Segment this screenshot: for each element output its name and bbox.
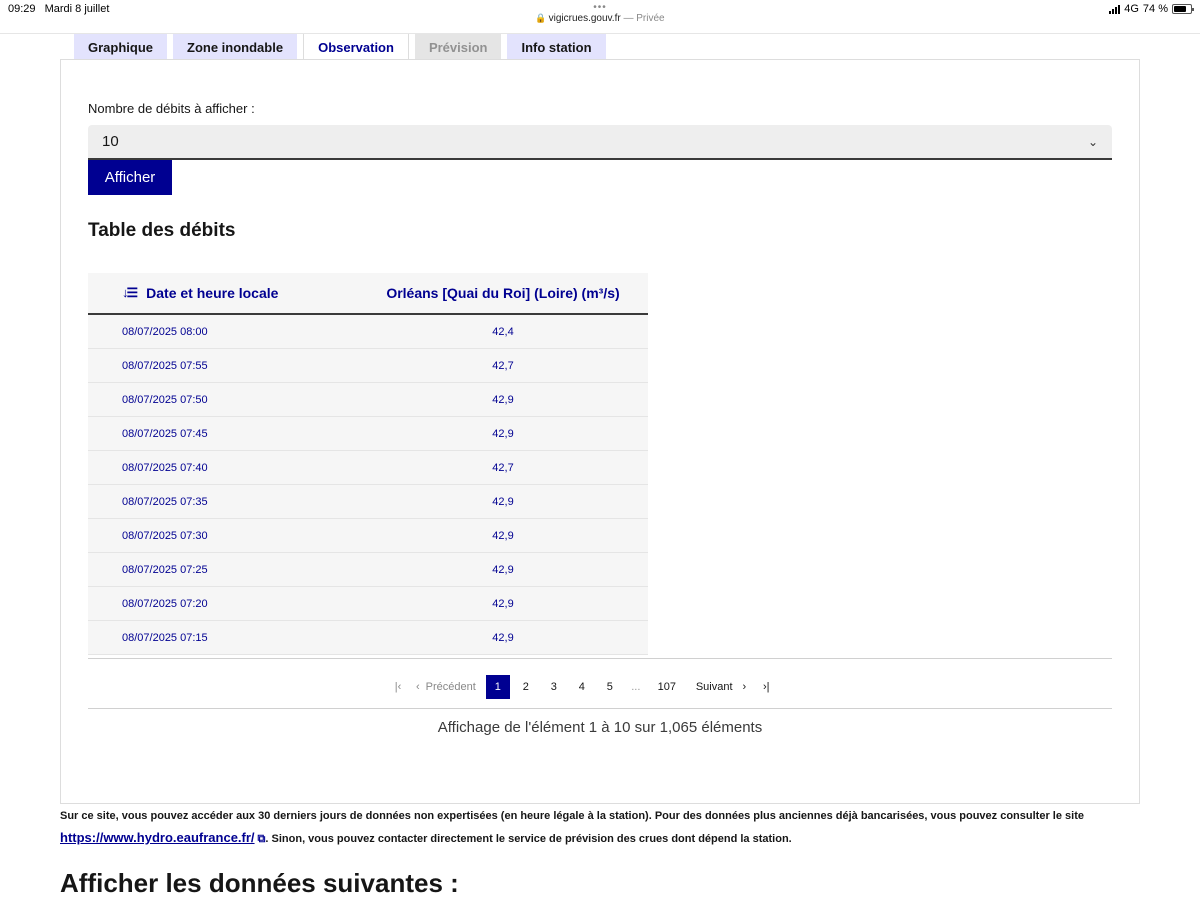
afficher-button[interactable]: Afficher bbox=[88, 160, 172, 195]
more-dots-icon[interactable]: ••• bbox=[0, 2, 1200, 13]
flow-cell: 42,9 bbox=[492, 597, 514, 610]
hydro-link[interactable]: https://www.hydro.eaufrance.fr/ bbox=[60, 830, 255, 845]
results-summary: Affichage de l'élément 1 à 10 sur 1,065 … bbox=[437, 719, 763, 736]
date-cell: 08/07/2025 07:15 bbox=[122, 631, 208, 644]
tab-info-station[interactable]: Info station bbox=[507, 34, 606, 60]
flow-cell: 42,9 bbox=[492, 393, 514, 406]
chevron-left-icon: ‹ bbox=[416, 681, 420, 693]
date-cell: 08/07/2025 07:40 bbox=[122, 461, 208, 474]
flow-cell: 42,9 bbox=[492, 529, 514, 542]
page-2[interactable]: 2 bbox=[512, 675, 540, 699]
date-cell: 08/07/2025 07:55 bbox=[122, 359, 208, 372]
table-row: 08/07/2025 07:35 42,9 bbox=[88, 485, 648, 519]
date-cell: 08/07/2025 07:25 bbox=[122, 563, 208, 576]
table-row: 08/07/2025 07:15 42,9 bbox=[88, 621, 648, 655]
date-column-label: Date et heure locale bbox=[146, 285, 279, 301]
table-row: 08/07/2025 08:00 42,4 bbox=[88, 315, 648, 349]
table-title: Table des débits bbox=[88, 220, 236, 241]
table-row: 08/07/2025 07:20 42,9 bbox=[88, 587, 648, 621]
tab-prevision: Prévision bbox=[414, 34, 502, 60]
date-cell: 08/07/2025 07:20 bbox=[122, 597, 208, 610]
count-select-value: 10 bbox=[102, 133, 119, 150]
date-cell: 08/07/2025 07:35 bbox=[122, 495, 208, 508]
date-cell: 08/07/2025 07:45 bbox=[122, 427, 208, 440]
private-label: — Privée bbox=[623, 13, 665, 24]
signal-icon bbox=[1109, 4, 1121, 14]
tab-observation[interactable]: Observation bbox=[303, 34, 409, 61]
table-row: 08/07/2025 07:55 42,7 bbox=[88, 349, 648, 383]
date-cell: 08/07/2025 07:50 bbox=[122, 393, 208, 406]
flow-table: ↓☰ Date et heure locale Orléans [Quai du… bbox=[88, 273, 648, 655]
flow-cell: 42,9 bbox=[492, 427, 514, 440]
info-paragraph: Sur ce site, vous pouvez accéder aux 30 … bbox=[60, 806, 1150, 850]
next-button[interactable]: Suivant › bbox=[686, 675, 756, 699]
page-1[interactable]: 1 bbox=[485, 675, 510, 699]
url-text: vigicrues.gouv.fr bbox=[548, 13, 621, 24]
flow-cell: 42,9 bbox=[492, 495, 514, 508]
network-type: 4G bbox=[1124, 3, 1139, 15]
battery-fill bbox=[1174, 6, 1186, 12]
status-indicators: 4G 74 % bbox=[1109, 3, 1194, 15]
date-cell: 08/07/2025 08:00 bbox=[122, 325, 208, 338]
pagination: |‹ ‹ Précédent 1 2 3 4 5 ... 107 Suivant ›… bbox=[388, 675, 776, 699]
page-5[interactable]: 5 bbox=[596, 675, 624, 699]
table-header: ↓☰ Date et heure locale Orléans [Quai du… bbox=[88, 273, 648, 315]
battery-percent: 74 % bbox=[1142, 3, 1168, 15]
chevron-down-icon: ⌄ bbox=[1087, 134, 1098, 149]
previous-button[interactable]: ‹ Précédent bbox=[408, 675, 484, 699]
table-row: 08/07/2025 07:40 42,7 bbox=[88, 451, 648, 485]
flow-column-header: Orléans [Quai du Roi] (Loire) (m³/s) bbox=[358, 273, 648, 313]
section-title: Afficher les données suivantes : bbox=[60, 868, 459, 898]
divider bbox=[88, 658, 1112, 659]
count-select-label: Nombre de débits à afficher : bbox=[88, 101, 255, 116]
table-row: 08/07/2025 07:50 42,9 bbox=[88, 383, 648, 417]
tab-zone-inondable[interactable]: Zone inondable bbox=[173, 34, 298, 60]
table-body: 08/07/2025 08:00 42,4 08/07/2025 07:55 42,7… bbox=[88, 315, 648, 655]
pagination-ellipsis: ... bbox=[631, 681, 641, 693]
battery-icon bbox=[1172, 4, 1194, 14]
table-row: 08/07/2025 07:30 42,9 bbox=[88, 519, 648, 553]
flow-cell: 42,4 bbox=[492, 325, 514, 338]
previous-label: Précédent bbox=[425, 681, 476, 693]
table-row: 08/07/2025 07:45 42,9 bbox=[88, 417, 648, 451]
chevron-right-icon: › bbox=[742, 681, 747, 693]
count-select[interactable]: 10 ⌄ bbox=[88, 125, 1112, 160]
lock-icon: 🔒 bbox=[535, 13, 547, 23]
status-bar: 09:29 Mardi 8 juillet ••• 🔒 vigicrues.gou… bbox=[0, 0, 1200, 34]
first-page-icon[interactable]: |‹ bbox=[388, 675, 408, 699]
info-text-2: . Sinon, vous pouvez contacter directeme… bbox=[265, 833, 792, 845]
page-4[interactable]: 4 bbox=[568, 675, 596, 699]
info-text-1: Sur ce site, vous pouvez accéder aux 30 … bbox=[60, 810, 1084, 822]
flow-cell: 42,7 bbox=[492, 461, 514, 474]
date-cell: 08/07/2025 07:30 bbox=[122, 529, 208, 542]
flow-column-label: Orléans [Quai du Roi] (Loire) (m³/s) bbox=[386, 285, 620, 301]
date-column-header[interactable]: ↓☰ Date et heure locale bbox=[88, 273, 358, 313]
sort-desc-icon: ↓☰ bbox=[122, 285, 138, 300]
page-last[interactable]: 107 bbox=[648, 675, 686, 699]
address-bar[interactable]: ••• 🔒 vigicrues.gouv.fr — Privée bbox=[0, 2, 1200, 24]
last-page-icon[interactable]: ›| bbox=[756, 675, 776, 699]
flow-cell: 42,9 bbox=[492, 631, 514, 644]
divider bbox=[88, 708, 1112, 709]
page-3[interactable]: 3 bbox=[540, 675, 568, 699]
tab-graphique[interactable]: Graphique bbox=[74, 34, 168, 60]
flow-cell: 42,9 bbox=[492, 563, 514, 576]
tab-bar: Graphique Zone inondable Observation Pré… bbox=[74, 34, 606, 61]
flow-cell: 42,7 bbox=[492, 359, 514, 372]
table-row: 08/07/2025 07:25 42,9 bbox=[88, 553, 648, 587]
next-label: Suivant bbox=[695, 681, 733, 693]
